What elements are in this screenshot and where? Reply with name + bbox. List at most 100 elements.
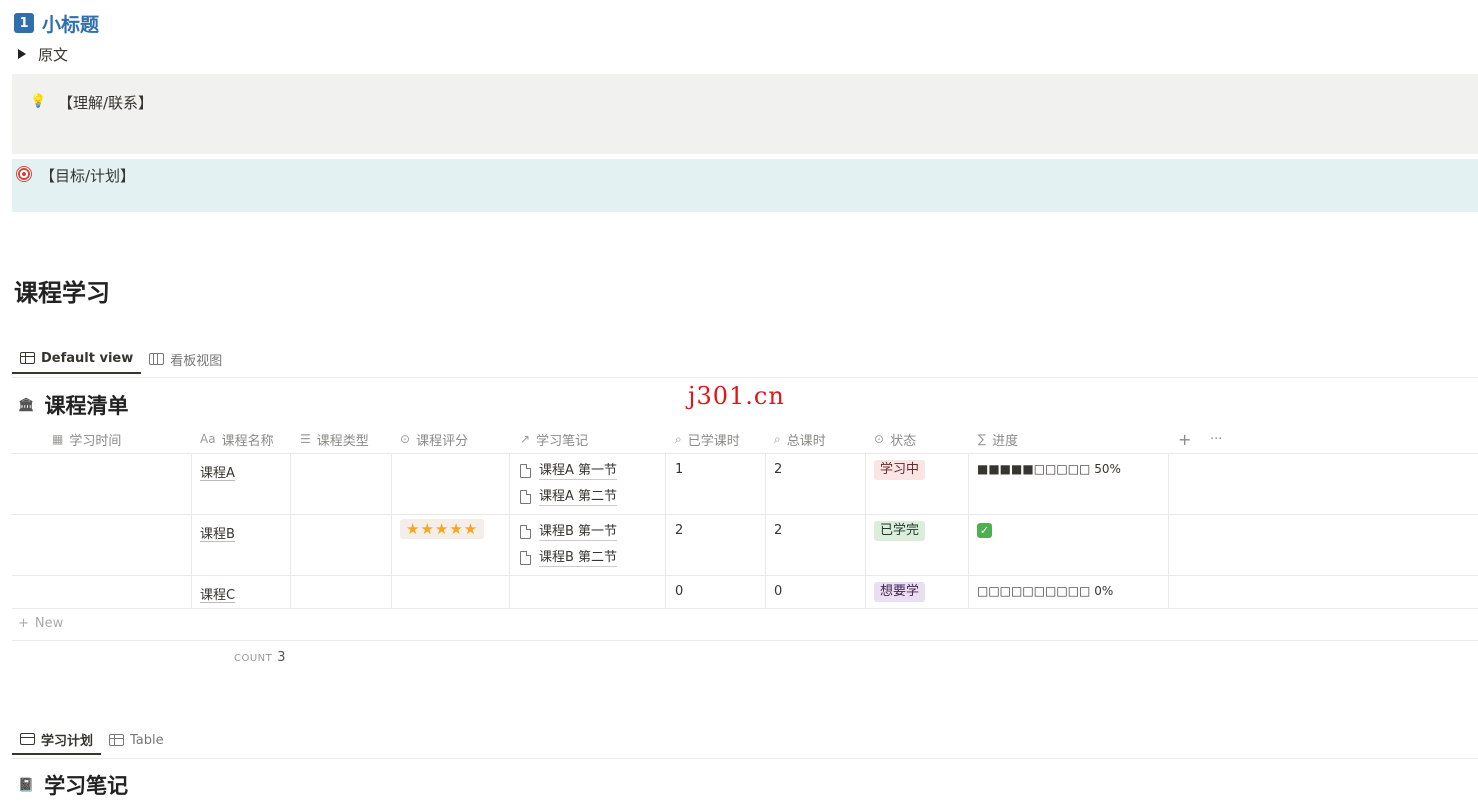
note-title: 课程A 第二节 xyxy=(539,488,618,506)
section-title: 课程学习 xyxy=(14,279,110,307)
toggle-triangle-icon[interactable] xyxy=(18,49,26,59)
page-icon xyxy=(520,464,531,478)
progress-text: □□□□□□□□□□ 0% xyxy=(977,584,1114,598)
column-label: 进度 xyxy=(992,433,1019,449)
column-header-learned-hours[interactable]: ⌕ 已学课时 xyxy=(675,424,740,454)
subheading: 1 小标题 xyxy=(14,10,99,36)
column-label: 已学课时 xyxy=(687,433,740,449)
column-header-total-hours[interactable]: ⌕ 总课时 xyxy=(774,424,826,454)
column-label: 学习笔记 xyxy=(536,433,589,449)
tab-study-plan[interactable]: 学习计划 xyxy=(12,725,102,755)
more-options-button[interactable]: ··· xyxy=(1210,424,1222,454)
course-db-title[interactable]: 🏛 课程清单 xyxy=(18,390,129,420)
tab-divider xyxy=(12,758,1478,759)
calendar-icon: ▦ xyxy=(52,432,64,446)
callout-understanding: 💡 【理解/联系】 xyxy=(12,74,1478,154)
search-icon: ⌕ xyxy=(675,431,682,446)
column-label: 总课时 xyxy=(786,433,826,449)
callout-understanding-text[interactable]: 【理解/联系】 xyxy=(58,92,153,113)
plus-icon: + xyxy=(18,616,29,631)
course-name[interactable]: 课程A xyxy=(200,462,235,481)
tab-label: Default view xyxy=(41,350,134,366)
count-value: 3 xyxy=(277,650,287,665)
table-bottom-divider xyxy=(12,640,1478,641)
course-name[interactable]: 课程C xyxy=(200,584,235,603)
total-hours: 2 xyxy=(774,462,783,477)
column-label: 课程名称 xyxy=(221,433,274,449)
list-icon: ☰ xyxy=(300,432,311,446)
learned-hours: 2 xyxy=(675,523,684,538)
column-header-study-notes[interactable]: ↗ 学习笔记 xyxy=(520,424,588,454)
column-header-study-time[interactable]: ▦ 学习时间 xyxy=(52,424,121,454)
rating-cell[interactable]: ★★★★★ xyxy=(400,519,485,539)
status-cell[interactable]: 已学完 xyxy=(874,521,926,541)
column-header-progress[interactable]: ∑ 进度 xyxy=(978,424,1018,454)
note-title: 课程B 第二节 xyxy=(539,549,618,567)
relation-arrow-icon: ↗ xyxy=(520,432,531,446)
notes-db-title-text: 学习笔记 xyxy=(44,774,129,798)
callout-goal-text[interactable]: 【目标/计划】 xyxy=(40,165,135,186)
column-header-course-rating[interactable]: ⊙ 课程评分 xyxy=(400,424,468,454)
study-notes-cell: 课程B 第一节 课程B 第二节 xyxy=(520,522,618,568)
study-notes-cell: 课程A 第一节 课程A 第二节 xyxy=(520,461,618,507)
note-link[interactable]: 课程A 第一节 xyxy=(520,461,618,481)
new-row-button[interactable]: + New xyxy=(18,616,63,631)
add-property-button[interactable]: + xyxy=(1178,424,1191,454)
lightbulb-icon: 💡 xyxy=(30,94,47,109)
page-icon xyxy=(520,551,531,565)
column-label: 课程评分 xyxy=(416,433,469,449)
target-icon xyxy=(16,166,32,182)
tab-label: Table xyxy=(130,732,164,748)
total-hours: 2 xyxy=(774,523,783,538)
total-hours: 0 xyxy=(774,584,783,599)
progress-text: ■■■■■□□□□□ 50% xyxy=(977,462,1121,476)
board-icon xyxy=(149,353,165,365)
status-badge: 学习中 xyxy=(874,460,926,480)
note-link[interactable]: 课程B 第一节 xyxy=(520,522,618,542)
column-header-status[interactable]: ⊙ 状态 xyxy=(874,424,916,454)
watermark: j301.cn xyxy=(688,382,785,410)
new-row-label: New xyxy=(34,616,64,631)
notes-view-tabs: 学习计划 Table xyxy=(12,725,172,755)
table-icon xyxy=(109,734,125,746)
course-db-title-text: 课程清单 xyxy=(44,394,129,418)
calendar-icon xyxy=(20,733,35,745)
column-label: 课程类型 xyxy=(316,433,369,449)
callout-goal: 【目标/计划】 xyxy=(12,159,1478,212)
sigma-icon: ∑ xyxy=(978,432,987,446)
select-icon: ⊙ xyxy=(400,432,411,446)
status-cell[interactable]: 学习中 xyxy=(874,460,926,480)
notebook-icon: 📓 xyxy=(18,777,35,793)
note-title: 课程B 第一节 xyxy=(539,523,618,541)
learned-hours: 0 xyxy=(675,584,684,599)
number-one-icon: 1 xyxy=(14,13,34,33)
select-icon: ⊙ xyxy=(874,432,885,446)
course-name[interactable]: 课程B xyxy=(200,523,235,542)
status-badge: 想要学 xyxy=(874,582,926,602)
note-link[interactable]: 课程A 第二节 xyxy=(520,487,618,507)
count-summary[interactable]: COUNT 3 xyxy=(234,650,286,665)
note-title: 课程A 第一节 xyxy=(539,462,618,480)
building-icon: 🏛 xyxy=(18,397,35,413)
column-header-course-name[interactable]: Aa 课程名称 xyxy=(200,424,274,454)
checkmark-icon: ✓ xyxy=(977,523,992,538)
tab-default-view[interactable]: Default view xyxy=(12,344,142,374)
notes-db-title[interactable]: 📓 学习笔记 xyxy=(18,770,128,800)
tab-table[interactable]: Table xyxy=(101,725,172,755)
table-icon xyxy=(20,352,35,364)
page-icon xyxy=(520,525,531,539)
star-rating: ★★★★★ xyxy=(400,519,485,539)
toggle-original[interactable]: 原文 xyxy=(18,44,68,64)
count-label: COUNT xyxy=(234,653,273,664)
table-header: ▦ 学习时间 Aa 课程名称 ☰ 课程类型 ⊙ 课程评分 ↗ 学习笔记 ⌕ 已学课时 ⌕ 总课… xyxy=(12,424,1478,454)
column-header-course-type[interactable]: ☰ 课程类型 xyxy=(300,424,369,454)
tab-label: 学习计划 xyxy=(41,733,94,749)
note-link[interactable]: 课程B 第二节 xyxy=(520,548,618,568)
search-icon: ⌕ xyxy=(774,431,781,446)
tab-divider xyxy=(12,377,1478,378)
text-type-icon: Aa xyxy=(200,432,216,446)
status-cell[interactable]: 想要学 xyxy=(874,582,926,602)
tab-board-view[interactable]: 看板视图 xyxy=(141,344,230,374)
column-label: 状态 xyxy=(890,433,917,449)
tab-label: 看板视图 xyxy=(170,353,223,369)
